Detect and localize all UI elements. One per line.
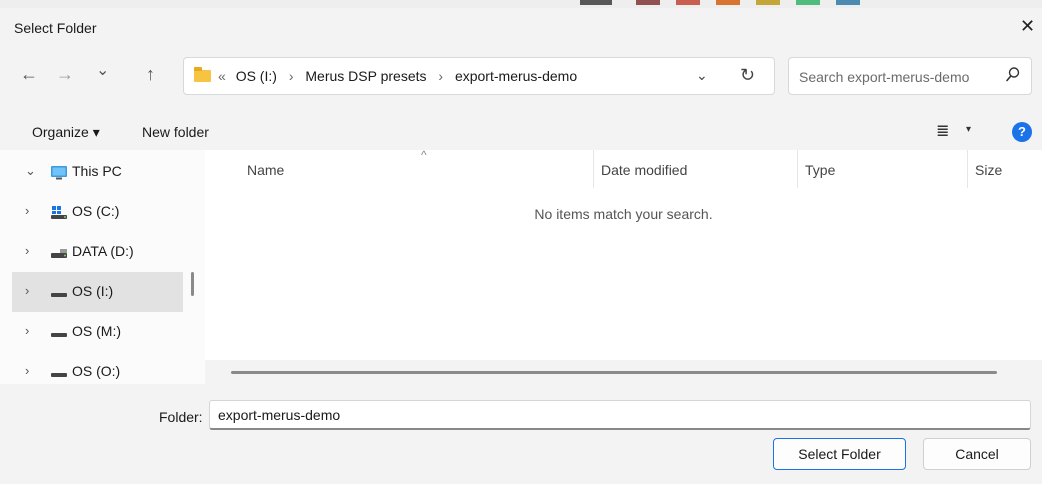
sidebar-item-data-d[interactable]: › DATA (D:) <box>12 232 183 272</box>
search-box[interactable] <box>788 57 1032 95</box>
column-header-date-modified[interactable]: Date modified <box>601 162 687 178</box>
up-arrow-icon[interactable]: ↑ <box>146 64 155 85</box>
recent-locations-icon[interactable]: ⌄ <box>96 60 109 80</box>
drive-icon <box>51 373 67 377</box>
new-folder-button[interactable]: New folder <box>142 124 209 140</box>
drive-icon <box>51 293 67 297</box>
column-divider[interactable] <box>797 150 798 188</box>
breadcrumb: « OS (I:) › Merus DSP presets › export-m… <box>218 68 577 84</box>
address-dropdown-icon[interactable]: ⌄ <box>696 67 708 84</box>
drive-icon <box>51 249 67 258</box>
column-header-name[interactable]: Name <box>247 162 284 178</box>
horizontal-scrollbar[interactable] <box>231 371 997 374</box>
forward-arrow-icon[interactable]: → <box>56 64 74 85</box>
collapse-chevron-icon[interactable]: ⌄ <box>25 163 36 179</box>
breadcrumb-separator[interactable]: › <box>289 68 294 84</box>
column-divider[interactable] <box>967 150 968 188</box>
empty-message: No items match your search. <box>534 206 713 222</box>
window-title: Select Folder <box>14 20 97 36</box>
sidebar-item-label: DATA (D:) <box>72 243 134 259</box>
expand-chevron-icon[interactable]: › <box>25 363 29 378</box>
overflow-icon[interactable]: « <box>218 68 226 84</box>
expand-chevron-icon[interactable]: › <box>25 283 29 298</box>
column-header-type[interactable]: Type <box>805 162 835 178</box>
breadcrumb-export-merus-demo[interactable]: export-merus-demo <box>455 68 577 84</box>
breadcrumb-merus-dsp-presets[interactable]: Merus DSP presets <box>305 68 426 84</box>
command-bar: Organize ▾ New folder ≣ ▾ ? <box>0 118 1042 151</box>
folder-icon <box>194 67 211 82</box>
sidebar-item-os-c[interactable]: › OS (C:) <box>12 192 183 232</box>
select-folder-button[interactable]: Select Folder <box>773 438 906 470</box>
close-icon[interactable]: ✕ <box>1020 16 1035 37</box>
background-window-strip <box>0 0 1042 8</box>
sidebar-item-label: OS (O:) <box>72 363 121 379</box>
sidebar-item-label: OS (M:) <box>72 323 121 339</box>
search-icon[interactable] <box>1005 66 1021 84</box>
back-arrow-icon[interactable]: ← <box>20 64 38 85</box>
drive-icon <box>51 333 67 337</box>
sidebar-item-label: OS (I:) <box>72 283 114 299</box>
navigation-pane[interactable]: ⌄ This PC › OS (C:) › DATA (D:) › OS (I:… <box>0 150 205 384</box>
file-list[interactable]: Name ^ Date modified Type Size No items … <box>205 148 1042 384</box>
folder-label: Folder: <box>159 409 203 425</box>
breadcrumb-os-i[interactable]: OS (I:) <box>236 68 277 84</box>
sidebar-scrollbar[interactable] <box>191 272 194 296</box>
view-dropdown-icon[interactable]: ▾ <box>966 124 971 135</box>
sidebar-item-label: This PC <box>72 163 122 179</box>
windows-drive-icon <box>51 206 67 219</box>
refresh-icon[interactable]: ↻ <box>740 65 755 86</box>
expand-chevron-icon[interactable]: › <box>25 203 29 218</box>
sidebar-item-this-pc[interactable]: ⌄ This PC <box>12 152 183 192</box>
expand-chevron-icon[interactable]: › <box>25 243 29 258</box>
view-options-icon[interactable]: ≣ <box>936 121 949 141</box>
sort-ascending-icon: ^ <box>421 148 427 162</box>
search-input[interactable] <box>797 66 991 88</box>
column-divider[interactable] <box>593 150 594 188</box>
sidebar-item-label: OS (C:) <box>72 203 120 219</box>
organize-button[interactable]: Organize ▾ <box>32 124 100 141</box>
sidebar-item-os-m[interactable]: › OS (M:) <box>12 312 183 352</box>
expand-chevron-icon[interactable]: › <box>25 323 29 338</box>
sidebar-item-os-i[interactable]: › OS (I:) <box>12 272 183 312</box>
monitor-icon <box>51 166 67 180</box>
column-header-size[interactable]: Size <box>975 162 1002 178</box>
address-bar[interactable]: « OS (I:) › Merus DSP presets › export-m… <box>183 57 775 95</box>
sidebar-item-os-o[interactable]: › OS (O:) <box>12 352 183 384</box>
cancel-button[interactable]: Cancel <box>923 438 1031 470</box>
help-icon[interactable]: ? <box>1012 122 1032 142</box>
breadcrumb-separator[interactable]: › <box>438 68 443 84</box>
dialog-footer: Folder: Select Folder Cancel <box>0 384 1042 484</box>
folder-input[interactable] <box>209 400 1031 430</box>
